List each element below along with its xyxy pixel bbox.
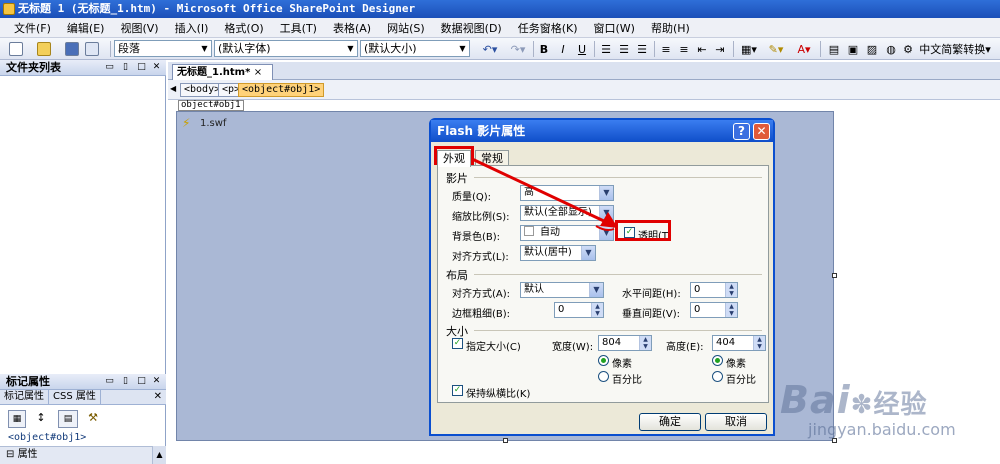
baidu-watermark-url: jingyan.baidu.com — [808, 420, 956, 439]
baidu-watermark-logo: Bai✽经验 — [780, 378, 928, 422]
paw-icon: ✽ — [850, 390, 874, 420]
tab-appearance[interactable]: 外观 — [437, 150, 471, 167]
